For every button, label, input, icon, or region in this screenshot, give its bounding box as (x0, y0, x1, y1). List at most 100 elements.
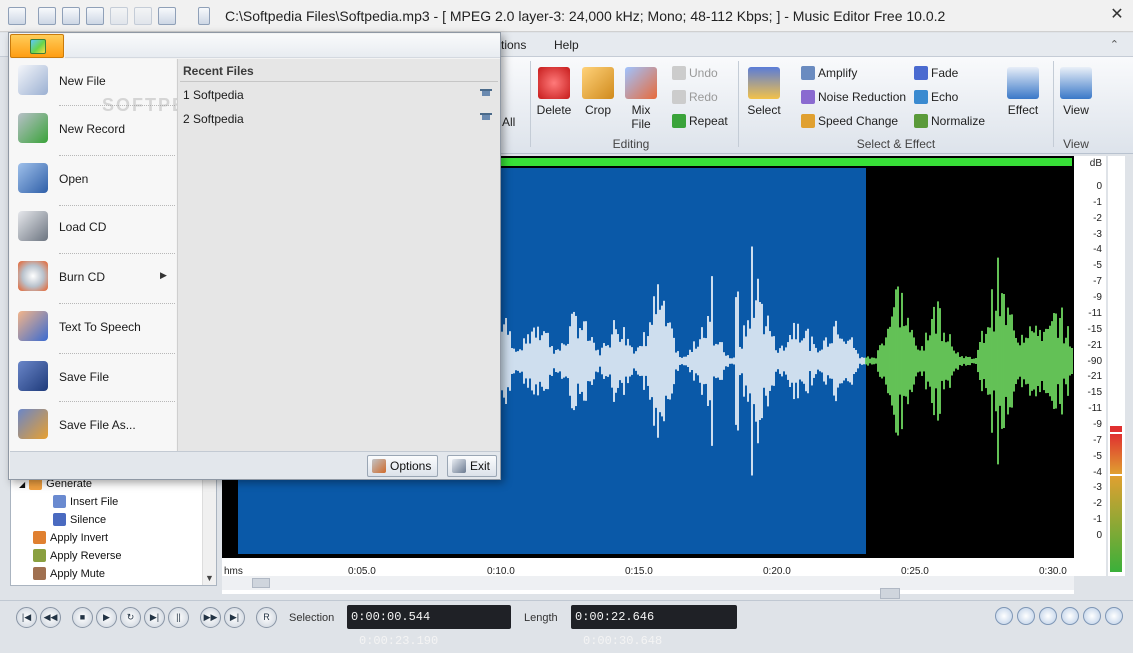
play-button[interactable]: ▶ (96, 607, 117, 628)
menu-item-load-cd[interactable]: Load CD (10, 205, 176, 249)
length-label: Length (524, 612, 558, 624)
delete-button[interactable]: Delete (536, 67, 572, 117)
tree-node-insert-file[interactable]: Insert File (53, 495, 118, 508)
select-button[interactable]: Select (746, 67, 782, 117)
zoom-vertical-out-icon[interactable] (1105, 607, 1123, 625)
db-tick-label: -3 (1093, 228, 1102, 240)
db-tick-label: -9 (1093, 418, 1102, 430)
selection-start: 0:00:00.544 (351, 610, 431, 624)
pause-button[interactable]: || (168, 607, 189, 628)
recent-file-item[interactable]: 1 Softpedia (180, 85, 498, 105)
save-icon[interactable] (86, 7, 104, 25)
zoom-selection-icon[interactable] (1039, 607, 1057, 625)
tab-help[interactable]: Help (554, 38, 579, 52)
new-file-icon[interactable] (38, 7, 56, 25)
db-tick-label: -2 (1093, 212, 1102, 224)
tree-node-apply-invert[interactable]: Apply Invert (33, 531, 108, 544)
app-menu-icon[interactable] (8, 7, 26, 25)
reverse-icon (33, 549, 46, 562)
menu-item-save-file[interactable]: Save File (10, 355, 176, 399)
zoom-vertical-in-icon[interactable] (1083, 607, 1101, 625)
tree-node-apply-mute[interactable]: Apply Mute (33, 567, 105, 580)
view-button[interactable]: View (1058, 67, 1094, 117)
db-tick-label: -15 (1087, 323, 1102, 335)
burn-cd-icon (18, 261, 48, 291)
rewind-button[interactable]: ◀◀ (40, 607, 61, 628)
tab-options[interactable]: tions (501, 38, 526, 52)
db-tick-label: -11 (1088, 403, 1102, 415)
tree-scrollbar[interactable]: ▼ (202, 469, 216, 585)
crop-button[interactable]: Crop (582, 67, 614, 117)
menu-item-save-file-as[interactable]: Save File As... (10, 403, 176, 447)
title-bar: C:\Softpedia Files\Softpedia.mp3 - [ MPE… (0, 0, 1133, 32)
silence-icon (53, 513, 66, 526)
normalize-icon (914, 114, 928, 128)
transport-bar: |◀ ◀◀ ■ ▶ ↻ ▶| || ▶▶ ▶| R Selection 0:00… (0, 600, 1133, 648)
new-file-icon (18, 65, 48, 95)
repeat-button[interactable]: Repeat (672, 114, 728, 128)
app-logo-icon (30, 39, 46, 54)
amplify-button[interactable]: Amplify (801, 66, 857, 80)
db-tick-label: -15 (1087, 387, 1102, 399)
group-label-view: View (1063, 137, 1089, 151)
delete-icon (538, 67, 570, 99)
noise-reduction-button[interactable]: Noise Reduction (801, 90, 906, 104)
play-selection-button[interactable]: ▶| (144, 607, 165, 628)
tree-node-apply-reverse[interactable]: Apply Reverse (33, 549, 122, 562)
tree-node-silence[interactable]: Silence (53, 513, 106, 526)
db-tick-label: 0 (1096, 181, 1102, 192)
exit-button[interactable]: Exit (447, 455, 498, 477)
open-icon[interactable] (62, 7, 80, 25)
echo-button[interactable]: Echo (914, 90, 958, 104)
db-tick-label: -1 (1093, 514, 1102, 526)
go-to-end-button[interactable]: ▶| (224, 607, 245, 628)
pin-icon[interactable] (480, 89, 492, 99)
loop-button[interactable]: ↻ (120, 607, 141, 628)
zoom-all-icon[interactable] (1061, 607, 1079, 625)
go-to-start-button[interactable]: |◀ (16, 607, 37, 628)
db-tick-label: -1 (1093, 196, 1102, 208)
scroll-down-icon[interactable]: ▼ (205, 573, 214, 583)
total-length: 0:00:30.648 (583, 634, 663, 648)
select-all-partial[interactable]: All (502, 115, 515, 129)
zoom-out-icon[interactable] (1017, 607, 1035, 625)
zoom-in-icon[interactable] (995, 607, 1013, 625)
horizontal-scroll-thumb[interactable] (252, 578, 270, 588)
record-icon[interactable] (158, 7, 176, 25)
app-menu-button[interactable] (10, 34, 64, 58)
customize-toolbar-icon[interactable] (198, 7, 210, 25)
recent-file-item[interactable]: 2 Softpedia (180, 109, 498, 129)
normalize-button[interactable]: Normalize (914, 114, 985, 128)
db-tick-label: -5 (1093, 450, 1102, 462)
speed-change-button[interactable]: Speed Change (801, 114, 898, 128)
db-tick-label: -4 (1093, 466, 1102, 478)
stop-button[interactable]: ■ (72, 607, 93, 628)
undo-button[interactable]: Undo (672, 66, 718, 80)
options-button[interactable]: Options (367, 455, 439, 477)
effect-button[interactable]: Effect (1005, 67, 1041, 117)
fade-button[interactable]: Fade (914, 66, 958, 80)
horizontal-scrollbar[interactable] (222, 576, 1074, 590)
undo-icon[interactable] (110, 7, 128, 25)
overview-progress-strip (500, 158, 1072, 166)
redo-icon[interactable] (134, 7, 152, 25)
operations-tree[interactable]: ◢ Generate Insert File Silence Apply Inve… (10, 468, 217, 586)
pin-icon[interactable] (480, 113, 492, 123)
undo-small-icon (672, 66, 686, 80)
redo-small-icon (672, 90, 686, 104)
menu-item-open[interactable]: Open (10, 157, 176, 201)
zoom-scroll-thumb[interactable] (880, 588, 900, 599)
fast-forward-button[interactable]: ▶▶ (200, 607, 221, 628)
db-tick-label: -7 (1093, 276, 1102, 288)
collapse-ribbon-icon[interactable]: ⌃ (1110, 38, 1119, 51)
tools-icon (372, 459, 386, 473)
redo-button[interactable]: Redo (672, 90, 718, 104)
recent-files-panel: Recent Files 1 Softpedia 2 Softpedia (177, 59, 500, 451)
db-scale: dB 0 -1 -2 -3 -4 -5 -7 -9 -11 -15 -21 -90 -21 -15 -11 -9… (1074, 156, 1106, 576)
mix-file-button[interactable]: Mix File (624, 67, 658, 131)
close-button[interactable]: ✕ (1105, 4, 1129, 26)
menu-item-burn-cd[interactable]: Burn CD ▶ (10, 255, 176, 299)
record-button[interactable]: R (256, 607, 277, 628)
menu-item-text-to-speech[interactable]: Text To Speech (10, 305, 176, 349)
microphone-icon (18, 113, 48, 143)
